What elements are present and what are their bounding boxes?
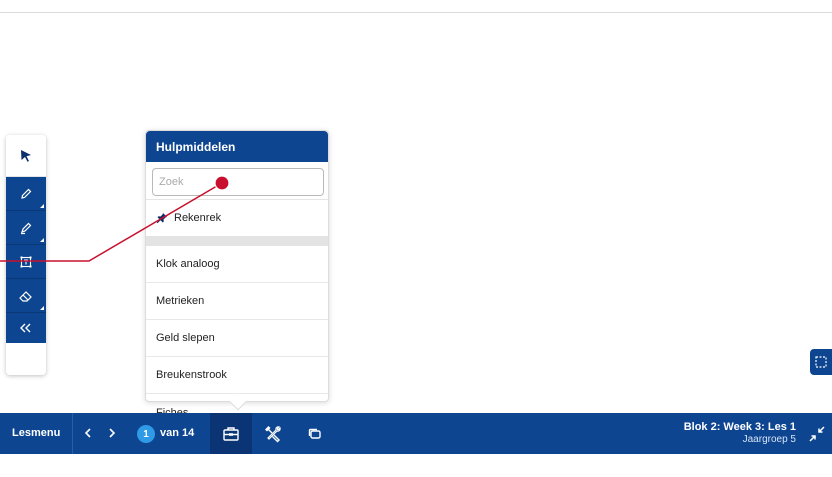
eraser-tool-button[interactable] (6, 279, 46, 313)
side-panel-toggle-button[interactable] (810, 349, 832, 375)
tools-button[interactable] (210, 413, 252, 454)
collapse-left-icon (20, 323, 31, 333)
text-tool-button[interactable] (6, 245, 46, 279)
current-page-badge[interactable]: 1 (137, 425, 155, 443)
list-item[interactable]: Geld slepen (146, 320, 328, 357)
submenu-indicator (40, 238, 44, 242)
previous-page-button[interactable] (80, 424, 96, 442)
wrench-screwdriver-icon (265, 425, 281, 442)
fullscreen-toggle-button[interactable] (808, 425, 826, 443)
chevron-right-icon (109, 428, 116, 438)
panel-title: Hulpmiddelen (146, 131, 328, 162)
pencil-tool-button[interactable] (6, 177, 46, 211)
window-icon (308, 428, 321, 439)
selection-frame-icon (815, 356, 827, 368)
pointer-icon (21, 149, 31, 162)
drawing-toolbar (6, 135, 46, 375)
settings-tools-button[interactable] (252, 413, 294, 454)
toolbox-icon (223, 426, 239, 441)
next-page-button[interactable] (104, 424, 120, 442)
eraser-icon (19, 290, 32, 302)
list-item[interactable]: Metrieken (146, 283, 328, 320)
lesson-canvas[interactable] (0, 13, 832, 413)
lesson-info: Blok 2: Week 3: Les 1 Jaargroep 5 (684, 421, 796, 445)
text-box-icon (20, 256, 32, 267)
pointer-tool-button[interactable] (6, 135, 46, 177)
chevron-left-icon (84, 428, 91, 438)
submenu-indicator (40, 306, 44, 310)
section-separator (146, 236, 328, 246)
page-footer-space (0, 454, 832, 477)
hulpmiddelen-panel: Hulpmiddelen Rekenrek Klok analoog Metri… (145, 130, 329, 419)
pinned-item-rekenrek[interactable]: Rekenrek (146, 200, 328, 236)
marker-tool-button[interactable] (6, 211, 46, 245)
page-total: van 14 (160, 427, 195, 439)
windows-button[interactable] (294, 413, 336, 454)
list-item[interactable]: Klok analoog (146, 246, 328, 283)
divider (72, 413, 73, 454)
list-item[interactable]: Breukenstrook (146, 357, 328, 394)
bottom-navigation-bar: Lesmenu 1 van 14 Blok 2: Week 3: Les 1 J… (0, 413, 832, 454)
search-input[interactable] (152, 168, 324, 196)
pinned-item-label: Rekenrek (174, 212, 222, 224)
collapse-arrows-icon (809, 426, 825, 442)
collapse-toolbar-button[interactable] (6, 313, 46, 343)
marker-icon (21, 222, 32, 234)
pin-icon (156, 213, 167, 224)
submenu-indicator (40, 204, 44, 208)
search-container (146, 162, 328, 200)
lesmenu-button[interactable]: Lesmenu (12, 427, 60, 439)
lesson-title: Blok 2: Week 3: Les 1 (683, 421, 796, 433)
lesson-group: Jaargroep 5 (742, 434, 796, 445)
pencil-icon (21, 188, 32, 199)
